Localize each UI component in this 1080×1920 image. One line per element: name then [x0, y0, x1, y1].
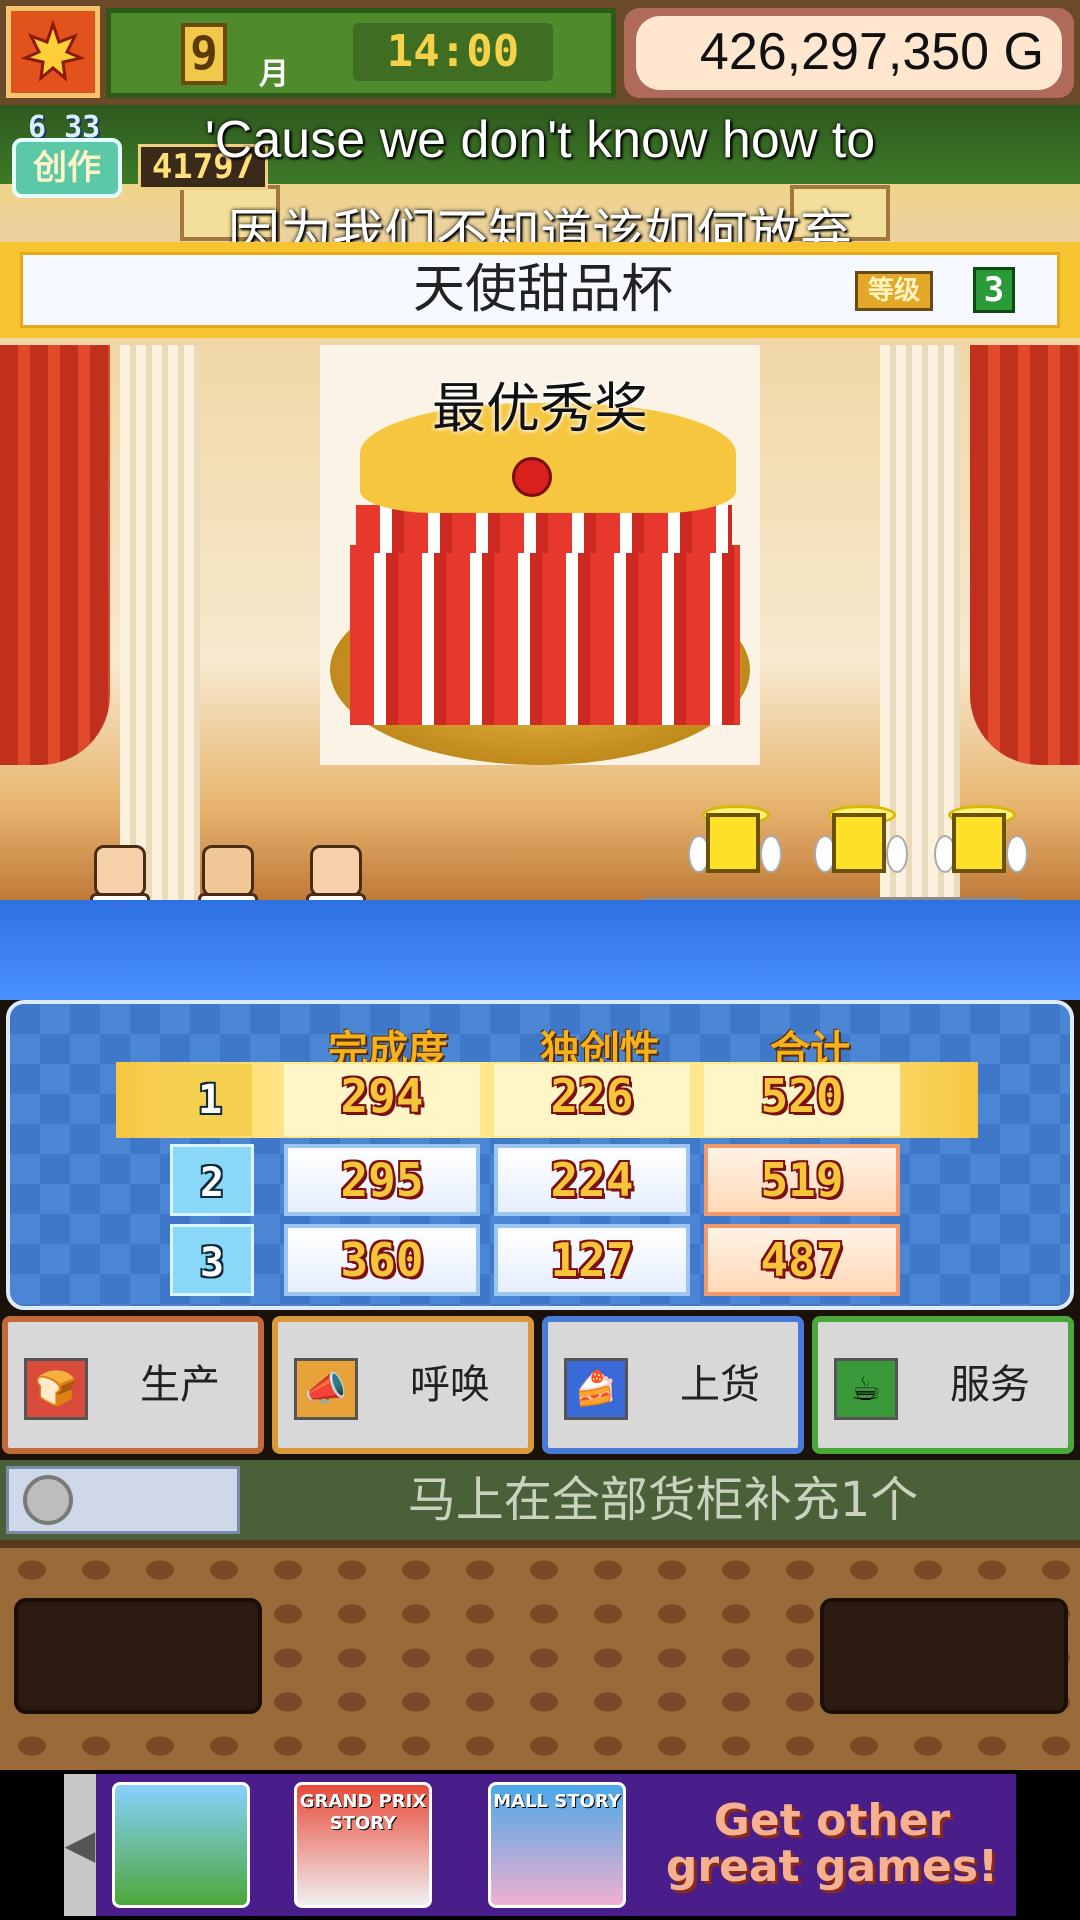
call-label: 呼唤 [410, 1362, 490, 1408]
maple-leaf-icon[interactable] [6, 6, 100, 98]
clock-time: 14:00 [386, 26, 520, 77]
clock-box: 14:00 [353, 23, 553, 81]
ad-game-grand-prix[interactable]: GRAND PRIX STORY [294, 1782, 432, 1908]
chef-character-1[interactable] [86, 845, 150, 900]
chef-character-3[interactable] [302, 845, 366, 900]
rank-cell: 3 [170, 1224, 254, 1296]
angel-judge-3 [934, 805, 1028, 891]
month-label: 月 [259, 57, 289, 92]
produce-label: 生产 [140, 1362, 220, 1408]
produce-button[interactable]: 🍞 生产 [2, 1316, 264, 1454]
cake-slice-icon: 🍰 [564, 1358, 628, 1420]
money-display: 426,297,350 G [636, 16, 1062, 90]
score-cell-originality: 224 [494, 1144, 690, 1216]
chevron-left-icon[interactable]: ◀ [64, 1774, 96, 1916]
quick-supply-button[interactable] [6, 1466, 240, 1534]
results-header-strip [0, 900, 1080, 1000]
rank-label: 等级 [855, 271, 933, 311]
calendar-panel: 9 月 14:00 [106, 8, 616, 98]
ad-cta-text[interactable]: Get other great games! [652, 1780, 1012, 1910]
teapot-icon: ☕ [834, 1358, 898, 1420]
money-amount: 426,297,350 G [699, 23, 1044, 81]
megaphone-icon: 📣 [294, 1358, 358, 1420]
month-number: 9 [181, 23, 227, 85]
bread-icon: 🍞 [24, 1358, 88, 1420]
ad-area: ◀ GRAND PRIX STORY MALL STORY Get other … [0, 1770, 1080, 1920]
display-shelf-right[interactable] [820, 1598, 1068, 1714]
coin-icon [23, 1475, 73, 1525]
score-cell-originality: 226 [494, 1064, 690, 1136]
money-panel: 426,297,350 G [624, 8, 1074, 98]
score-cell-total: 519 [704, 1144, 900, 1216]
quick-supply-text: 马上在全部货柜补充1个 [407, 1472, 919, 1528]
score-cell-completion: 360 [284, 1224, 480, 1296]
cake-tier-upper [350, 545, 740, 605]
cherry-icon [512, 457, 552, 497]
score-cell-total: 520 [704, 1064, 900, 1136]
ad-game-title: GRAND PRIX STORY [299, 1791, 427, 1834]
service-label: 服务 [950, 1362, 1030, 1408]
score-cell-completion: 295 [284, 1144, 480, 1216]
rank-cell: 2 [170, 1144, 254, 1216]
score-cell-completion: 294 [284, 1064, 480, 1136]
shop-floor [0, 1540, 1080, 1770]
results-table: 完成度 独创性 合计 1 294 226 520 2 295 224 519 3… [6, 1000, 1074, 1310]
cake-tier-middle [350, 605, 740, 665]
rank-value: 3 [973, 267, 1015, 313]
ad-game-castle[interactable] [112, 1782, 250, 1908]
top-status-bar: 9 月 14:00 426,297,350 G [0, 0, 1080, 105]
quick-supply-bar: 马上在全部货柜补充1个 [0, 1460, 1080, 1540]
subtitle-english: 'Cause we don't know how to [204, 111, 876, 169]
ad-game-title: MALL STORY [493, 1791, 621, 1812]
contest-title-panel: 天使甜品杯 等级 3 [20, 252, 1060, 328]
call-button[interactable]: 📣 呼唤 [272, 1316, 534, 1454]
display-shelf-left[interactable] [14, 1598, 262, 1714]
award-title: 最优秀奖 [432, 377, 648, 440]
chef-character-2[interactable] [194, 845, 258, 900]
ad-game-title [115, 1785, 247, 1791]
angel-judge-1 [688, 805, 782, 891]
ad-banner[interactable]: ◀ GRAND PRIX STORY MALL STORY Get other … [64, 1774, 1016, 1916]
rank-cell: 1 [168, 1064, 252, 1136]
service-button[interactable]: ☕ 服务 [812, 1316, 1074, 1454]
stock-label: 上货 [680, 1362, 760, 1408]
stock-button[interactable]: 🍰 上货 [542, 1316, 804, 1454]
score-cell-originality: 127 [494, 1224, 690, 1296]
ad-game-mall[interactable]: MALL STORY [488, 1782, 626, 1908]
score-cell-total: 487 [704, 1224, 900, 1296]
contest-title-bar: 天使甜品杯 等级 3 [0, 242, 1080, 338]
cake-tier-bottom [350, 665, 740, 725]
angel-judge-2 [814, 805, 908, 891]
